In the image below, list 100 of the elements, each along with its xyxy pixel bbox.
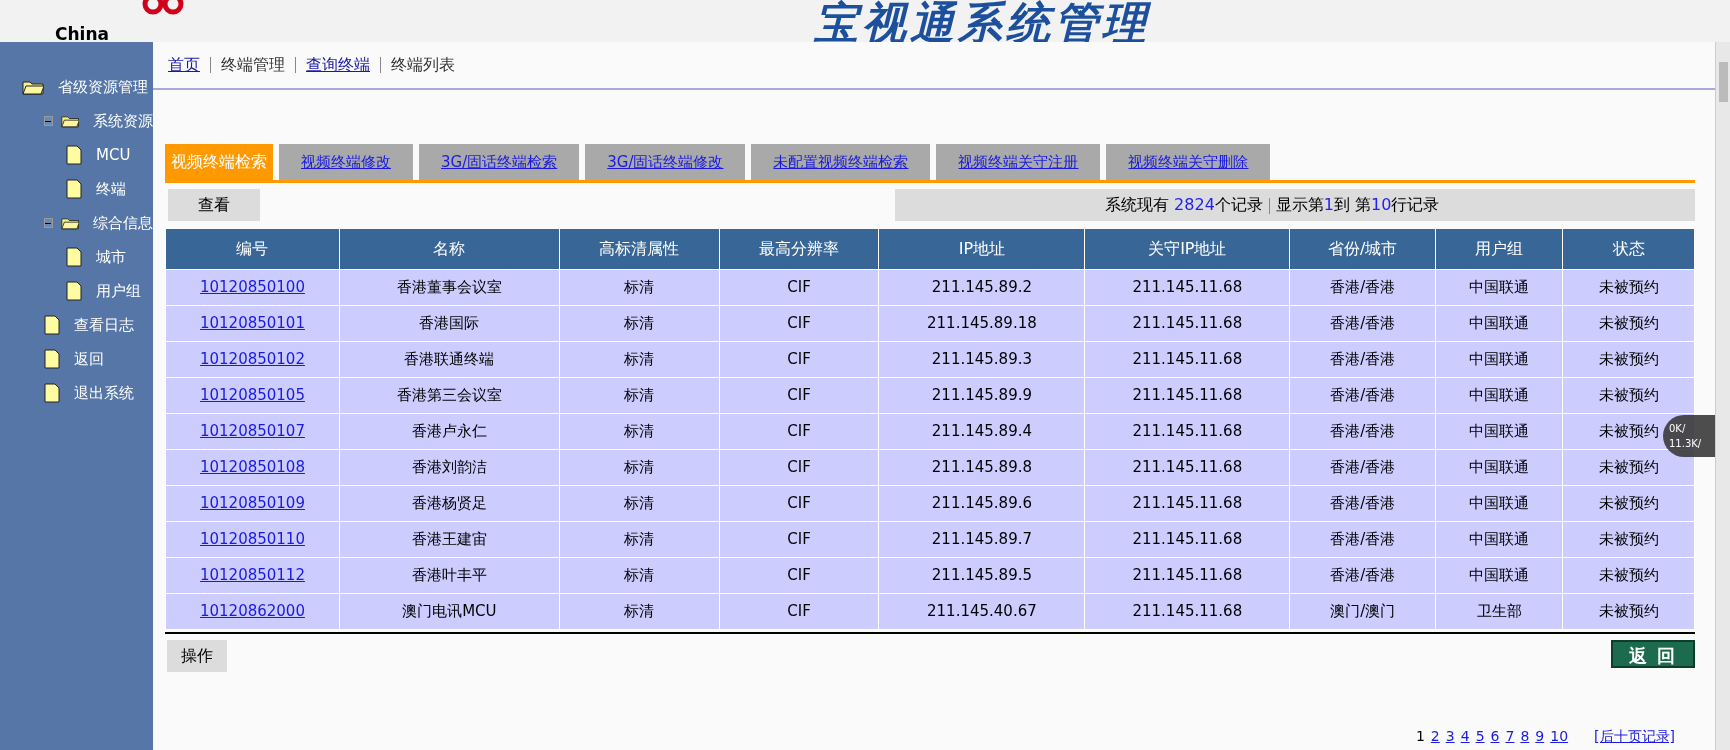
column-header: 最高分辨率	[719, 229, 879, 269]
table-cell: 澳门/澳门	[1330, 601, 1396, 620]
table-cell: 香港/香港	[1330, 565, 1396, 584]
table-cell: 211.145.89.6	[931, 493, 1032, 512]
tree-item[interactable]: 系统资源	[93, 109, 153, 133]
table-cell: 未被预约	[1598, 457, 1659, 476]
table-cell: 标清	[624, 277, 655, 296]
page-link[interactable]: 4	[1460, 726, 1470, 747]
document-icon	[44, 383, 60, 403]
table-cell: 香港联通终端	[404, 349, 495, 368]
tree-item[interactable]: 退出系统	[74, 381, 134, 405]
operation-button[interactable]: 操作	[167, 639, 227, 672]
column-header: IP地址	[878, 229, 1085, 269]
table-cell: 211.145.11.68	[1132, 529, 1243, 548]
view-button[interactable]: 查看	[168, 189, 260, 221]
table-cell: 标清	[624, 601, 655, 620]
table-cell: 标清	[624, 349, 655, 368]
tree-item[interactable]: 返回	[74, 347, 104, 371]
table-cell: CIF	[787, 493, 811, 512]
table-cell: 211.145.11.68	[1132, 421, 1243, 440]
table-cell: 211.145.11.68	[1132, 385, 1243, 404]
page-link[interactable]: 10	[1550, 726, 1569, 747]
column-header: 状态	[1562, 229, 1695, 269]
tree-item[interactable]: 城市	[96, 245, 126, 269]
table-cell: 未被预约	[1598, 277, 1659, 296]
collapse-toggle-icon[interactable]	[44, 116, 53, 126]
collapse-toggle-icon[interactable]	[44, 218, 53, 228]
table-cell: 中国联通	[1469, 421, 1530, 440]
table-cell: 中国联通	[1469, 457, 1530, 476]
table-cell: 211.145.11.68	[1132, 601, 1243, 620]
table-cell: 211.145.11.68	[1132, 457, 1243, 476]
tab[interactable]: 视频终端关守删除	[1106, 144, 1271, 180]
table-cell: 211.145.89.7	[931, 529, 1032, 548]
table-cell: 未被预约	[1598, 385, 1659, 404]
page-link[interactable]: 8	[1520, 726, 1530, 747]
table-cell: 中国联通	[1469, 493, 1530, 512]
table-cell: 未被预约	[1598, 349, 1659, 368]
document-icon	[44, 315, 60, 335]
next-pages-link[interactable]: [后十页记录]	[1594, 726, 1675, 747]
page-link[interactable]: 6	[1490, 726, 1500, 747]
table-cell: 211.145.11.68	[1132, 493, 1243, 512]
table-cell: 标清	[624, 421, 655, 440]
table-cell: 211.145.11.68	[1132, 277, 1243, 296]
tab[interactable]: 视频终端关守注册	[936, 144, 1101, 180]
table-cell: 卫生部	[1476, 601, 1522, 620]
table-cell: 未被预约	[1598, 529, 1659, 548]
page-link[interactable]: 7	[1505, 726, 1515, 747]
table-cell: 香港董事会议室	[396, 277, 502, 296]
back-button[interactable]: 返 回	[1610, 639, 1695, 668]
column-header: 名称	[339, 229, 560, 269]
upload-speed: 0K/	[1669, 422, 1687, 436]
table-cell: 香港/香港	[1330, 493, 1396, 512]
table-cell: CIF	[787, 601, 811, 620]
page-link[interactable]: 9	[1535, 726, 1545, 747]
page-link[interactable]: 5	[1475, 726, 1485, 747]
tab[interactable]: 视频终端修改	[279, 144, 413, 180]
column-header: 用户组	[1435, 229, 1563, 269]
tree-item[interactable]: 用户组	[96, 279, 141, 303]
folder-icon	[22, 79, 44, 95]
tree-item[interactable]: 终端	[96, 177, 126, 201]
column-header: 高标清属性	[559, 229, 720, 269]
tab[interactable]: 3G/固话终端修改	[585, 144, 746, 180]
tree-item[interactable]: 省级资源管理	[58, 75, 148, 99]
tab[interactable]: 未配置视频终端检索	[751, 144, 931, 180]
table-cell: 香港叶丰平	[411, 565, 487, 584]
table-cell: 中国联通	[1469, 529, 1530, 548]
column-header: 编号	[165, 229, 340, 269]
breadcrumb-link[interactable]: 查询终端	[306, 53, 370, 77]
table-cell: 香港/香港	[1330, 313, 1396, 332]
document-icon	[44, 349, 60, 369]
table-cell: 香港/香港	[1330, 277, 1396, 296]
table-cell: 中国联通	[1469, 385, 1530, 404]
breadcrumb-text: 终端管理	[221, 54, 285, 76]
table-cell: 香港/香港	[1330, 421, 1396, 440]
table-cell: 211.145.11.68	[1132, 313, 1243, 332]
page-link[interactable]: 3	[1445, 726, 1455, 747]
table-cell: 未被预约	[1598, 565, 1659, 584]
page-link[interactable]: 2	[1430, 726, 1440, 747]
table-cell: 标清	[624, 529, 655, 548]
tree-item[interactable]: 综合信息	[93, 211, 153, 235]
breadcrumb-link[interactable]: 首页	[168, 53, 200, 77]
document-icon	[66, 179, 82, 199]
table-cell: 中国联通	[1469, 565, 1530, 584]
table-cell: 未被预约	[1598, 313, 1659, 332]
table-cell: CIF	[787, 349, 811, 368]
table-cell: 标清	[624, 313, 655, 332]
table-cell: CIF	[787, 457, 811, 476]
tree-item[interactable]: MCU	[96, 143, 131, 167]
tree-item[interactable]: 查看日志	[74, 313, 134, 337]
page-link[interactable]: 1	[1415, 726, 1425, 747]
table-cell: CIF	[787, 565, 811, 584]
table-cell: 中国联通	[1469, 277, 1530, 296]
table-cell: 211.145.89.4	[931, 421, 1032, 440]
document-icon	[66, 247, 82, 267]
table-cell: 211.145.89.3	[931, 349, 1032, 368]
table-cell: 香港杨贤足	[411, 493, 487, 512]
table-cell: 未被预约	[1598, 601, 1659, 620]
logo-text: China	[55, 23, 109, 46]
table-cell: 香港王建宙	[411, 529, 487, 548]
tab[interactable]: 3G/固话终端检索	[419, 144, 580, 180]
